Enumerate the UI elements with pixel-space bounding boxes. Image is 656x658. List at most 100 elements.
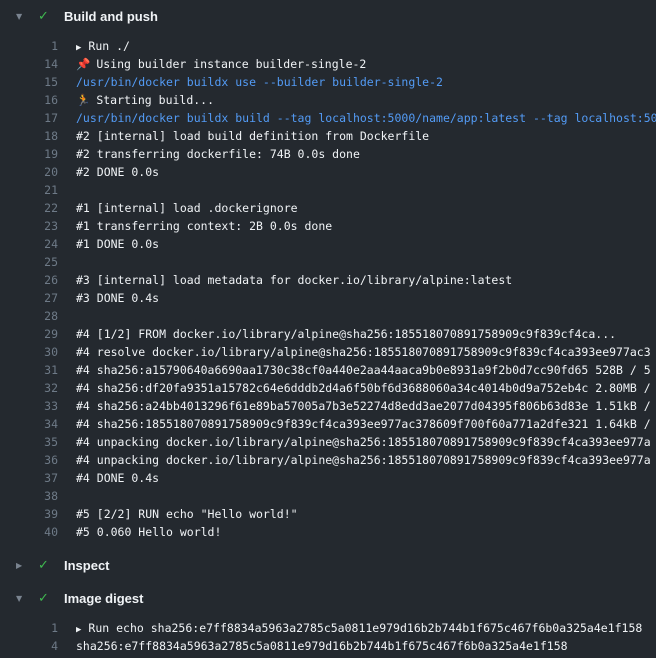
line-number[interactable]: 15 (0, 73, 58, 91)
line-content (58, 307, 656, 325)
line-content: #4 sha256:a24bb4013296f61e89ba57005a7b3e… (58, 397, 656, 415)
line-content: /usr/bin/docker buildx build --tag local… (58, 109, 656, 127)
line-text: #4 unpacking docker.io/library/alpine@sh… (76, 453, 651, 467)
line-content: #1 DONE 0.0s (58, 235, 656, 253)
line-text: #2 DONE 0.0s (76, 165, 159, 179)
line-content: #1 [internal] load .dockerignore (58, 199, 656, 217)
section-toggle-icon[interactable]: ▼ (16, 9, 38, 25)
line-number[interactable]: 35 (0, 433, 58, 451)
line-number[interactable]: 25 (0, 253, 58, 271)
line-number[interactable]: 18 (0, 127, 58, 145)
line-text: #1 DONE 0.0s (76, 237, 159, 251)
line-number[interactable]: 36 (0, 451, 58, 469)
expand-arrow-icon[interactable]: ▶ (76, 625, 81, 635)
section-toggle-icon[interactable]: ▼ (16, 591, 38, 607)
log-line: 20 #2 DONE 0.0s (0, 163, 656, 181)
line-number[interactable]: 19 (0, 145, 58, 163)
log-section-inspect: ▶ ✓ Inspect (0, 549, 656, 582)
line-number[interactable]: 38 (0, 487, 58, 505)
section-toggle-icon[interactable]: ▶ (16, 558, 38, 574)
log-line: 1 ▶Run ./ (0, 37, 656, 55)
line-text: #4 resolve docker.io/library/alpine@sha2… (76, 345, 651, 359)
log-line: 31 #4 sha256:a15790640a6690aa1730c38cf0a… (0, 361, 656, 379)
log-line: 30 #4 resolve docker.io/library/alpine@s… (0, 343, 656, 361)
line-content: #4 sha256:a15790640a6690aa1730c38cf0a440… (58, 361, 656, 379)
log-line: 19 #2 transferring dockerfile: 74B 0.0s … (0, 145, 656, 163)
line-content: #4 resolve docker.io/library/alpine@sha2… (58, 343, 656, 361)
line-number[interactable]: 31 (0, 361, 58, 379)
log-line: 35 #4 unpacking docker.io/library/alpine… (0, 433, 656, 451)
line-number[interactable]: 27 (0, 289, 58, 307)
success-check-icon: ✓ (38, 591, 64, 607)
log-section-image-digest: ▼ ✓ Image digest 1 ▶Run echo sha256:e7ff… (0, 582, 656, 658)
line-number[interactable]: 28 (0, 307, 58, 325)
success-check-icon: ✓ (38, 558, 64, 574)
section-header[interactable]: ▶ ✓ Inspect (0, 549, 656, 582)
line-number[interactable]: 1 (0, 37, 58, 55)
line-number[interactable]: 14 (0, 55, 58, 73)
line-text: #4 sha256:185518070891758909c9f839cf4ca3… (76, 417, 651, 431)
line-content: #4 sha256:185518070891758909c9f839cf4ca3… (58, 415, 656, 433)
line-content: ▶Run echo sha256:e7ff8834a5963a2785c5a08… (58, 619, 656, 637)
line-text: #4 sha256:a15790640a6690aa1730c38cf0a440… (76, 363, 651, 377)
log-line: 1 ▶Run echo sha256:e7ff8834a5963a2785c5a… (0, 619, 656, 637)
line-number[interactable]: 23 (0, 217, 58, 235)
log-line: 28 (0, 307, 656, 325)
section-title: Inspect (64, 558, 110, 574)
line-number[interactable]: 1 (0, 619, 58, 637)
expand-arrow-icon[interactable]: ▶ (76, 43, 81, 53)
line-text: #1 [internal] load .dockerignore (76, 201, 298, 215)
line-number[interactable]: 21 (0, 181, 58, 199)
line-text: #5 0.060 Hello world! (76, 525, 221, 539)
line-number[interactable]: 20 (0, 163, 58, 181)
line-text: #2 transferring dockerfile: 74B 0.0s don… (76, 147, 360, 161)
line-content: #4 unpacking docker.io/library/alpine@sh… (58, 433, 656, 451)
line-text: #4 sha256:a24bb4013296f61e89ba57005a7b3e… (76, 399, 651, 413)
log-line: 29 #4 [1/2] FROM docker.io/library/alpin… (0, 325, 656, 343)
line-content (58, 487, 656, 505)
line-number[interactable]: 29 (0, 325, 58, 343)
line-text: #3 DONE 0.4s (76, 291, 159, 305)
section-title: Image digest (64, 591, 143, 607)
line-number[interactable]: 34 (0, 415, 58, 433)
line-number[interactable]: 37 (0, 469, 58, 487)
line-content: sha256:e7ff8834a5963a2785c5a0811e979d16b… (58, 637, 656, 655)
log-line: 25 (0, 253, 656, 271)
line-number[interactable]: 26 (0, 271, 58, 289)
line-text: /usr/bin/docker buildx build --tag local… (76, 111, 656, 125)
line-number[interactable]: 4 (0, 637, 58, 655)
line-content: #5 0.060 Hello world! (58, 523, 656, 541)
line-text: Using builder instance builder-single-2 (96, 57, 366, 71)
log-line: 14 📌Using builder instance builder-singl… (0, 55, 656, 73)
line-content: #5 [2/2] RUN echo "Hello world!" (58, 505, 656, 523)
section-header[interactable]: ▼ ✓ Build and push (0, 0, 656, 33)
line-text: #4 unpacking docker.io/library/alpine@sh… (76, 435, 651, 449)
line-content: #3 [internal] load metadata for docker.i… (58, 271, 656, 289)
log-line: 15 /usr/bin/docker buildx use --builder … (0, 73, 656, 91)
log-line: 37 #4 DONE 0.4s (0, 469, 656, 487)
runner-icon: 🏃 (76, 93, 90, 107)
line-number[interactable]: 24 (0, 235, 58, 253)
line-number[interactable]: 16 (0, 91, 58, 109)
line-number[interactable]: 32 (0, 379, 58, 397)
line-content: #2 DONE 0.0s (58, 163, 656, 181)
line-text: #4 DONE 0.4s (76, 471, 159, 485)
line-number[interactable]: 39 (0, 505, 58, 523)
line-number[interactable]: 22 (0, 199, 58, 217)
log-line: 16 🏃 Starting build... (0, 91, 656, 109)
log-line: 18 #2 [internal] load build definition f… (0, 127, 656, 145)
section-title: Build and push (64, 9, 158, 25)
line-number[interactable]: 40 (0, 523, 58, 541)
line-number[interactable]: 30 (0, 343, 58, 361)
line-number[interactable]: 33 (0, 397, 58, 415)
section-body: 1 ▶Run ./ 14 📌Using builder instance bui… (0, 33, 656, 549)
line-content: #4 DONE 0.4s (58, 469, 656, 487)
line-text: Starting build... (96, 93, 214, 107)
line-content: #2 transferring dockerfile: 74B 0.0s don… (58, 145, 656, 163)
log-line: 32 #4 sha256:df20fa9351a15782c64e6dddb2d… (0, 379, 656, 397)
section-header[interactable]: ▼ ✓ Image digest (0, 582, 656, 615)
log-line: 24 #1 DONE 0.0s (0, 235, 656, 253)
log-line: 22 #1 [internal] load .dockerignore (0, 199, 656, 217)
line-content: 🏃 Starting build... (58, 91, 656, 109)
line-number[interactable]: 17 (0, 109, 58, 127)
